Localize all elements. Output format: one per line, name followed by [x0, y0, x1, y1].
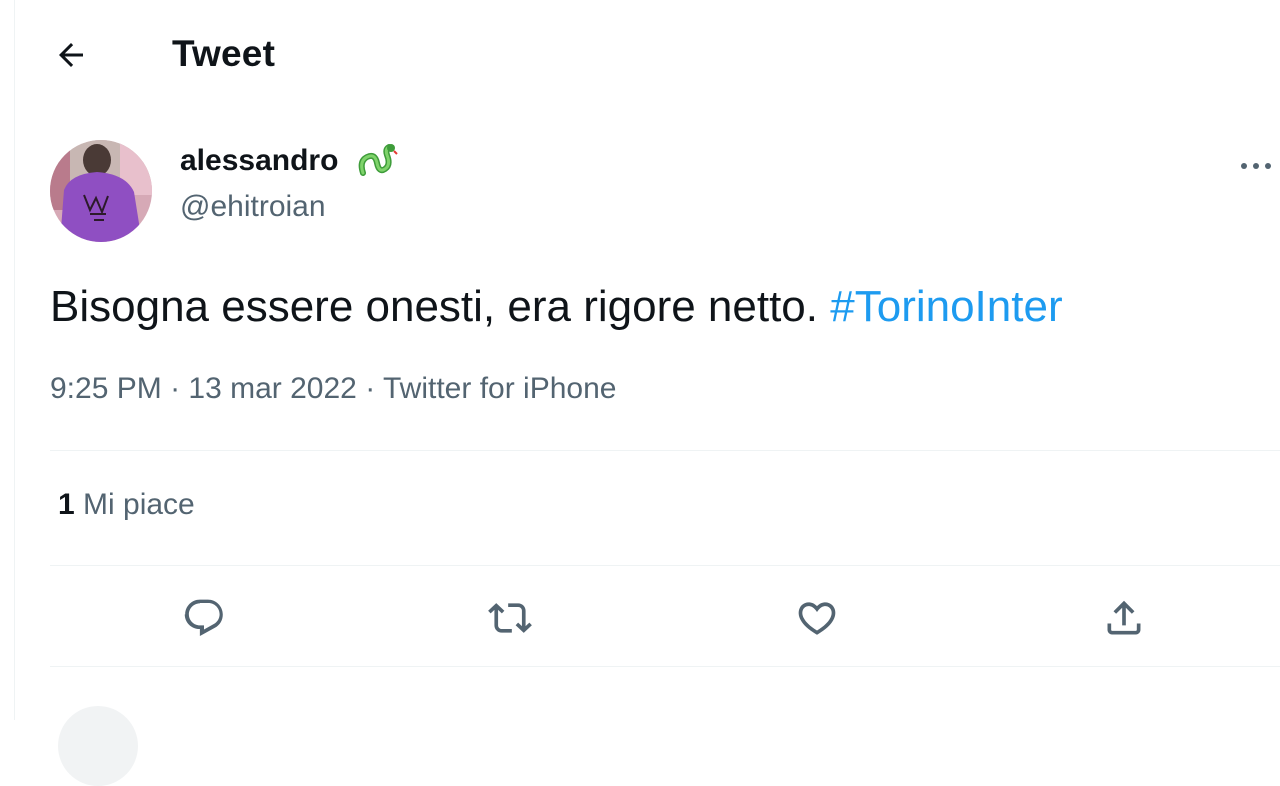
avatar[interactable] [50, 140, 152, 242]
tweet-time[interactable]: 9:25 PM [50, 372, 162, 405]
retweet-icon [488, 603, 532, 633]
divider [50, 666, 1280, 667]
author-handle[interactable]: @ehitroian [180, 190, 326, 224]
retweet-button[interactable] [484, 592, 536, 644]
tweet-text: Bisogna essere onesti, era rigore netto.… [50, 280, 1063, 334]
green-snake-emoji-icon [355, 143, 399, 183]
page-title: Tweet [172, 33, 276, 74]
share-button[interactable] [1098, 592, 1150, 644]
share-icon [1107, 600, 1141, 635]
reply-button[interactable] [178, 592, 230, 644]
display-name[interactable]: alessandro [180, 144, 338, 178]
tweet-body: Bisogna essere onesti, era rigore netto. [50, 282, 819, 331]
likes-count: 1 [58, 488, 75, 521]
reply-icon [184, 599, 223, 637]
arrow-left-icon [59, 43, 83, 67]
tweet-source[interactable]: Twitter for iPhone [383, 372, 616, 405]
hashtag-link[interactable]: #TorinoInter [830, 282, 1062, 331]
more-options-button[interactable] [1232, 146, 1280, 186]
header: Tweet [15, 0, 1280, 110]
meta-separator: · [170, 372, 181, 405]
next-reply-avatar [58, 706, 138, 786]
tweet-metadata: 9:25 PM · 13 mar 2022 · Twitter for iPho… [50, 372, 616, 406]
heart-icon [798, 602, 836, 635]
likes-count-link[interactable]: 1 Mi piace [58, 488, 195, 522]
divider [50, 450, 1280, 451]
back-button[interactable] [50, 34, 92, 76]
divider [50, 565, 1280, 566]
meta-separator: · [365, 372, 376, 405]
like-button[interactable] [791, 592, 843, 644]
tweet-date[interactable]: 13 mar 2022 [188, 372, 356, 405]
likes-label: Mi piace [83, 488, 195, 521]
more-icon [1241, 163, 1271, 169]
